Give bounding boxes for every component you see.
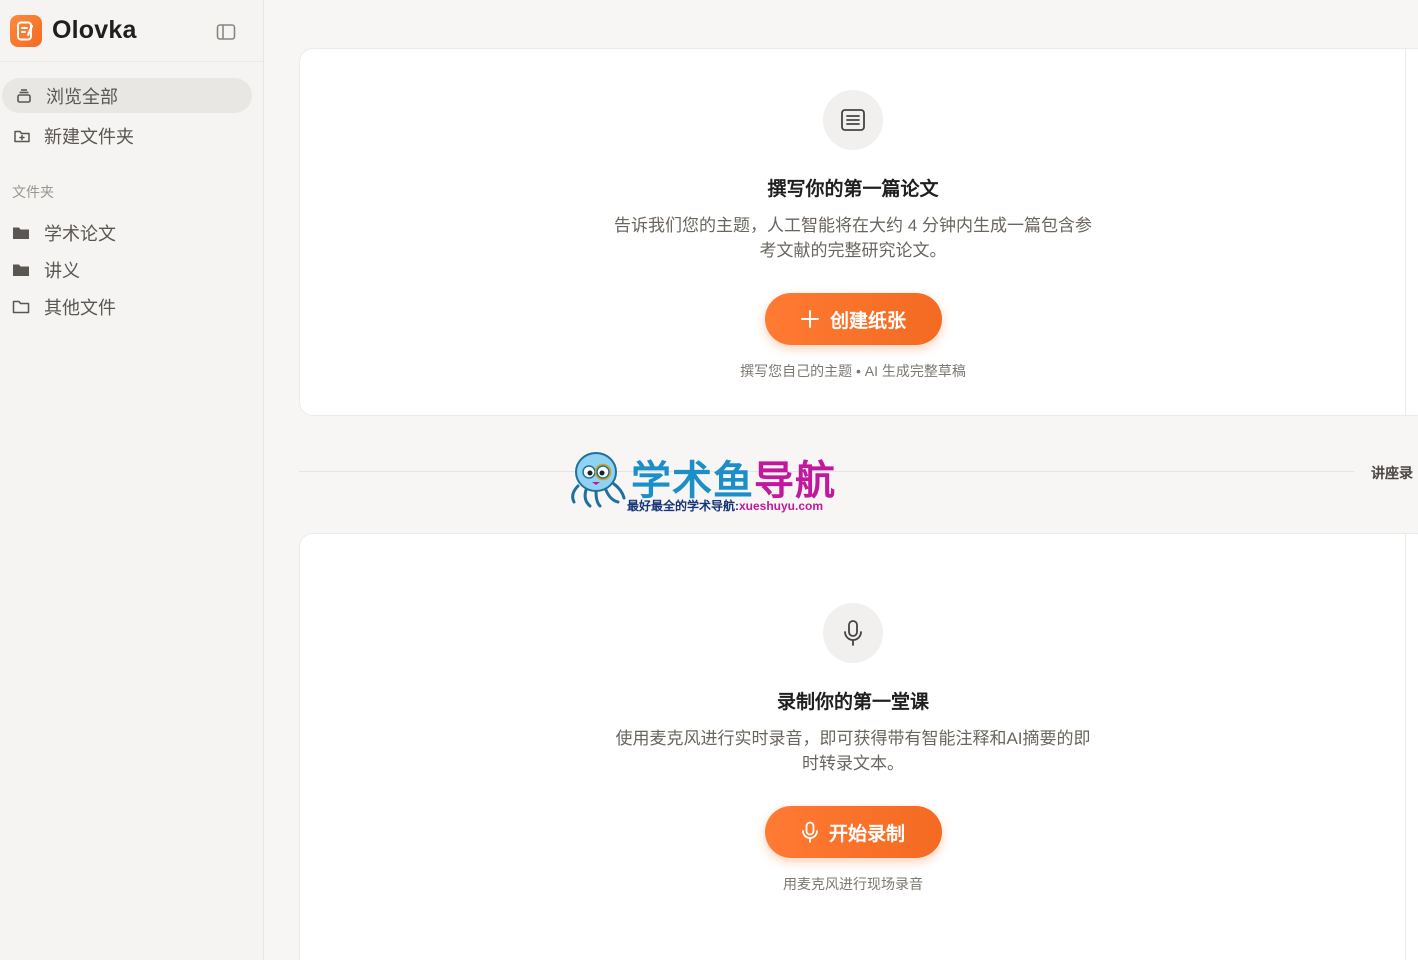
app-name: Olovka — [52, 16, 137, 44]
sidebar-item-new-folder[interactable]: 新建文件夹 — [0, 118, 251, 153]
paper-card-description: 告诉我们您的主题，人工智能将在大约 4 分钟内生成一篇包含参考文献的完整研究论文… — [614, 216, 1092, 260]
start-recording-button[interactable]: 开始录制 — [764, 806, 942, 858]
folder-label: 其他文件 — [44, 297, 116, 318]
sidebar: Olovka 浏览全部 新建文件夹 文件夹 学术论文 讲义 其他文件 — [0, 0, 264, 960]
microphone-icon — [823, 603, 883, 663]
folder-outline-icon — [12, 297, 32, 317]
folders-section-label: 文件夹 — [12, 184, 54, 200]
sidebar-item-label: 浏览全部 — [46, 86, 118, 107]
sidebar-item-label: 新建文件夹 — [44, 126, 134, 147]
folder-label: 讲义 — [44, 260, 80, 281]
watermark-subtitle: 最好最全的学术导航:xueshuyu.com — [627, 499, 824, 513]
folder-filled-icon — [12, 260, 32, 280]
lecture-card-title: 录制你的第一堂课 — [776, 692, 929, 713]
plus-icon — [800, 309, 820, 329]
lecture-card-hint: 用麦克风进行现场录音 — [783, 876, 923, 892]
lecture-card: 录制你的第一堂课 使用麦克风进行实时录音，即可获得带有智能注释和AI摘要的即时转… — [299, 533, 1418, 960]
octopus-mascot-icon — [571, 452, 626, 508]
sidebar-folder-lectures[interactable]: 讲义 — [0, 251, 263, 288]
folder-label: 学术论文 — [44, 223, 116, 244]
folder-plus-icon — [12, 126, 32, 146]
document-icon — [823, 90, 883, 150]
sidebar-item-browse-all[interactable]: 浏览全部 — [2, 78, 252, 113]
paper-card-hint: 撰写您自己的主题 • AI 生成完整草稿 — [740, 363, 966, 379]
lecture-card-description: 使用麦克风进行实时录音，即可获得带有智能注释和AI摘要的即时转录文本。 — [615, 729, 1091, 773]
paper-card: 撰写你的第一篇论文 告诉我们您的主题，人工智能将在大约 4 分钟内生成一篇包含参… — [299, 48, 1418, 416]
start-recording-label: 开始录制 — [828, 823, 905, 845]
stack-icon — [14, 86, 34, 106]
scroll-edge — [1405, 48, 1406, 416]
pen-note-icon[interactable] — [10, 14, 42, 47]
create-paper-button[interactable]: 创建纸张 — [764, 293, 942, 345]
sidebar-nav: 浏览全部 新建文件夹 — [0, 62, 263, 153]
microphone-icon — [801, 821, 819, 843]
folder-filled-icon — [12, 223, 32, 243]
paper-card-title: 撰写你的第一篇论文 — [767, 179, 939, 200]
scroll-edge — [1405, 533, 1406, 960]
watermark-logo: 学术鱼导航 最好最全的学术导航:xueshuyu.com — [566, 448, 856, 513]
sidebar-folder-academic-papers[interactable]: 学术论文 — [0, 214, 263, 251]
lecture-section-label: 讲座录 — [1371, 465, 1413, 481]
sidebar-toggle-icon[interactable] — [216, 22, 236, 42]
create-paper-label: 创建纸张 — [829, 310, 906, 332]
sidebar-folder-other-files[interactable]: 其他文件 — [0, 288, 263, 325]
